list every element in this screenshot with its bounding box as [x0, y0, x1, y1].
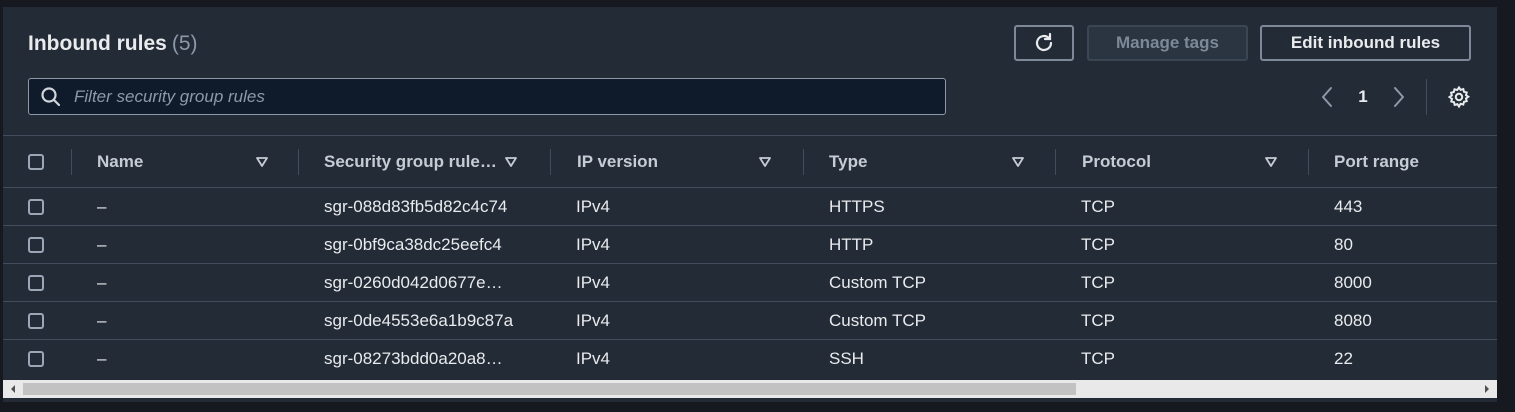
- select-all-checkbox[interactable]: [28, 153, 44, 170]
- cell-ip-version: IPv4: [576, 310, 611, 330]
- column-divider: [298, 149, 299, 175]
- scroll-left-icon[interactable]: [5, 380, 21, 398]
- next-page-button[interactable]: [1387, 85, 1411, 109]
- refresh-icon: [1035, 32, 1053, 52]
- table-header: Name Security group rule… IP version Typ…: [3, 135, 1497, 188]
- cell-port-range: 8000: [1334, 272, 1372, 292]
- edit-inbound-rules-button[interactable]: Edit inbound rules: [1260, 25, 1471, 61]
- cell-protocol: TCP: [1081, 348, 1115, 368]
- inbound-rules-panel: Inbound rules (5) Manage tags Edit inboun…: [3, 7, 1497, 402]
- row-checkbox[interactable]: [28, 236, 44, 253]
- pager-divider: [1426, 79, 1427, 115]
- cell-rule-id: sgr-0de4553e6a1b9c87a: [324, 310, 514, 330]
- prev-page-button[interactable]: [1315, 85, 1339, 109]
- column-label: IP version: [577, 151, 658, 171]
- cell-protocol: TCP: [1081, 272, 1115, 292]
- scrollbar-thumb[interactable]: [23, 383, 1076, 395]
- column-label: Port range: [1334, 151, 1420, 171]
- horizontal-scrollbar[interactable]: [3, 380, 1497, 398]
- cell-name: –: [97, 310, 107, 330]
- cell-name: –: [97, 348, 107, 368]
- cell-port-range: 443: [1334, 196, 1363, 216]
- search-input[interactable]: [72, 85, 945, 108]
- column-header-name[interactable]: Name: [97, 136, 279, 187]
- current-page[interactable]: 1: [1339, 87, 1387, 107]
- panel-title: Inbound rules (5): [28, 32, 198, 56]
- manage-tags-button[interactable]: Manage tags: [1087, 25, 1248, 61]
- panel-title-text: Inbound rules: [28, 32, 167, 55]
- cell-name: –: [97, 272, 107, 292]
- cell-type: Custom TCP: [829, 310, 926, 330]
- sort-down-icon[interactable]: [1011, 155, 1025, 169]
- cell-rule-id: sgr-0260d042d0677e…: [324, 272, 503, 292]
- row-checkbox[interactable]: [28, 350, 44, 367]
- refresh-button[interactable]: [1014, 25, 1074, 61]
- column-header-ip-version[interactable]: IP version: [577, 136, 782, 187]
- sort-down-icon[interactable]: [1264, 155, 1278, 169]
- table-row: – sgr-088d83fb5d82c4c74 IPv4 HTTPS TCP 4…: [3, 188, 1497, 226]
- cell-port-range: 8080: [1334, 310, 1372, 330]
- column-divider: [71, 149, 72, 175]
- table-settings-button[interactable]: [1447, 85, 1471, 109]
- table-row: – sgr-0de4553e6a1b9c87a IPv4 Custom TCP …: [3, 302, 1497, 340]
- column-label: Security group rule…: [324, 151, 497, 171]
- row-checkbox[interactable]: [28, 198, 44, 215]
- select-all: [28, 136, 48, 187]
- rule-count: (5): [171, 32, 198, 55]
- column-divider: [1055, 149, 1056, 175]
- sort-down-icon[interactable]: [504, 155, 518, 169]
- table-row: – sgr-08273bdd0a20a8… IPv4 SSH TCP 22: [3, 340, 1497, 378]
- table-row: – sgr-0bf9ca38dc25eefc4 IPv4 HTTP TCP 80: [3, 226, 1497, 264]
- row-checkbox[interactable]: [28, 274, 44, 291]
- sort-down-icon[interactable]: [255, 155, 269, 169]
- cell-rule-id: sgr-0bf9ca38dc25eefc4: [324, 234, 502, 254]
- column-header-protocol[interactable]: Protocol: [1082, 136, 1288, 187]
- cell-rule-id: sgr-08273bdd0a20a8…: [324, 348, 503, 368]
- column-header-port-range[interactable]: Port range: [1334, 136, 1494, 187]
- search-icon: [40, 85, 64, 109]
- column-label: Type: [829, 151, 868, 171]
- cell-protocol: TCP: [1081, 310, 1115, 330]
- gear-icon: [1447, 85, 1471, 109]
- cell-type: SSH: [829, 348, 864, 368]
- column-label: Protocol: [1082, 151, 1151, 171]
- pagination: 1: [1315, 83, 1411, 111]
- scroll-right-icon[interactable]: [1479, 380, 1495, 398]
- sort-down-icon[interactable]: [758, 155, 772, 169]
- column-label: Name: [97, 151, 144, 171]
- cell-ip-version: IPv4: [576, 348, 611, 368]
- search-box[interactable]: [28, 78, 946, 115]
- rules-table: Name Security group rule… IP version Typ…: [3, 135, 1497, 378]
- cell-rule-id: sgr-088d83fb5d82c4c74: [324, 196, 508, 216]
- column-divider: [550, 149, 551, 175]
- cell-type: Custom TCP: [829, 272, 926, 292]
- chevron-left-icon: [1322, 87, 1332, 107]
- column-header-rule-id[interactable]: Security group rule…: [324, 136, 528, 187]
- column-divider: [803, 149, 804, 175]
- cell-type: HTTPS: [829, 196, 885, 216]
- cell-name: –: [97, 196, 107, 216]
- cell-protocol: TCP: [1081, 196, 1115, 216]
- cell-ip-version: IPv4: [576, 234, 611, 254]
- cell-name: –: [97, 234, 107, 254]
- column-header-type[interactable]: Type: [829, 136, 1035, 187]
- chevron-right-icon: [1394, 87, 1404, 107]
- table-row: – sgr-0260d042d0677e… IPv4 Custom TCP TC…: [3, 264, 1497, 302]
- cell-port-range: 22: [1334, 348, 1353, 368]
- cell-ip-version: IPv4: [576, 196, 611, 216]
- row-checkbox[interactable]: [28, 312, 44, 329]
- cell-ip-version: IPv4: [576, 272, 611, 292]
- cell-type: HTTP: [829, 234, 874, 254]
- cell-protocol: TCP: [1081, 234, 1115, 254]
- column-divider: [1308, 149, 1309, 175]
- cell-port-range: 80: [1334, 234, 1353, 254]
